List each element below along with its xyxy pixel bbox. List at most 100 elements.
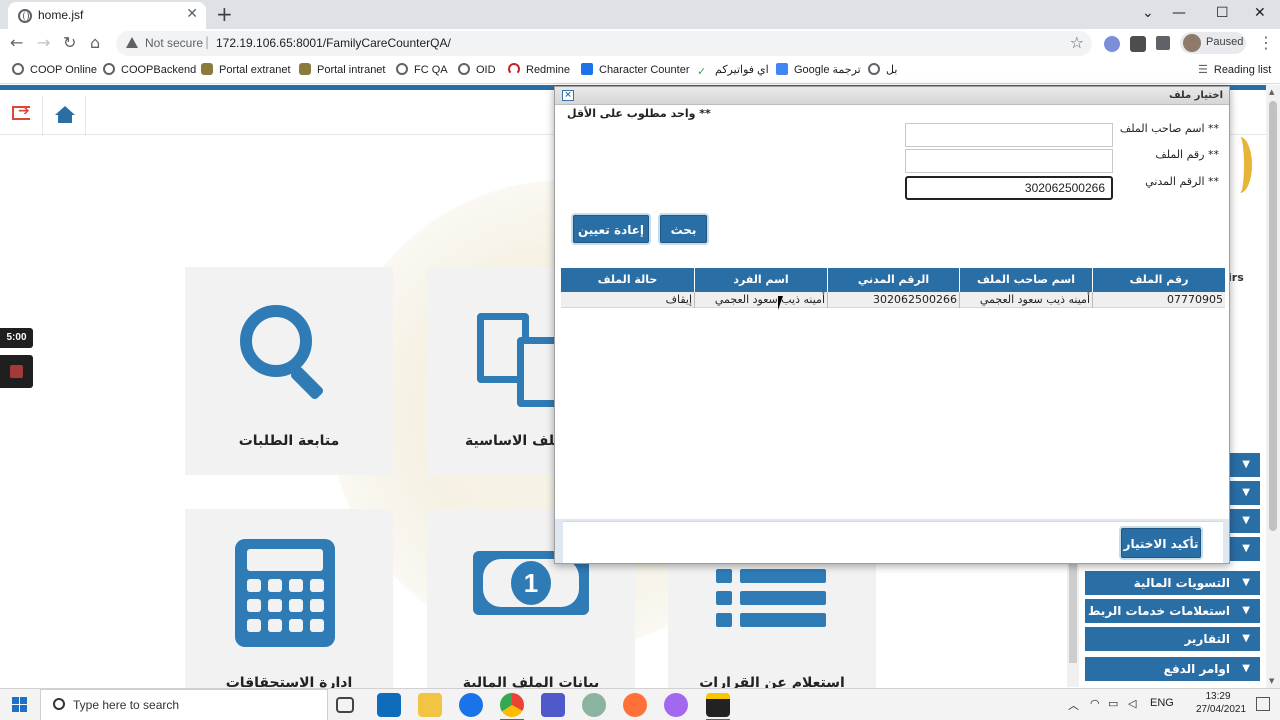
windows-start-icon[interactable] xyxy=(12,697,27,712)
scroll-down-icon[interactable]: ▼ xyxy=(1269,677,1274,685)
menu-item-payment-orders[interactable]: اوامر الدفع ▼ xyxy=(1085,657,1260,681)
bookmark-fc-qa[interactable]: FC QA xyxy=(396,63,448,76)
new-tab-button[interactable]: + xyxy=(216,3,233,25)
column-member-name[interactable]: اسم الفرد xyxy=(694,268,827,292)
wifi-icon[interactable]: ◠ xyxy=(1090,697,1100,710)
list-icon xyxy=(716,569,828,633)
firefox-icon[interactable] xyxy=(623,693,647,717)
app-icon[interactable] xyxy=(582,693,606,717)
browser-menu-icon[interactable]: ⋮ xyxy=(1258,34,1274,52)
volume-icon[interactable]: ◁ xyxy=(1128,697,1136,710)
taskbar: Type here to search ︿ ◠ ▭ ◁ ENG 13:29 27… xyxy=(0,688,1280,720)
extension-icon[interactable] xyxy=(1104,36,1120,52)
taskbar-search-placeholder: Type here to search xyxy=(73,698,180,712)
scroll-up-icon[interactable]: ▲ xyxy=(1269,88,1274,96)
chevron-down-icon: ▼ xyxy=(1242,487,1250,498)
forward-button[interactable]: → xyxy=(37,33,50,53)
bookmark-coop-online[interactable]: COOP Online xyxy=(12,63,97,76)
file-explorer-icon[interactable] xyxy=(418,693,442,717)
owner-name-input[interactable] xyxy=(905,123,1113,147)
close-tab-icon[interactable]: ✕ xyxy=(186,6,198,22)
tile-label: متابعة الطلبات xyxy=(238,433,340,449)
language-indicator[interactable]: ENG xyxy=(1150,697,1174,709)
menu-item-integration-inquiries[interactable]: استعلامات خدمات الربط ▼ xyxy=(1085,599,1260,623)
maximize-button[interactable]: ☐ xyxy=(1216,4,1229,22)
close-window-button[interactable]: ✕ xyxy=(1254,4,1266,22)
chevron-down-icon: ▼ xyxy=(1242,605,1250,616)
reload-button[interactable]: ↻ xyxy=(63,33,76,53)
bookmark-portal-intranet[interactable]: Portal intranet xyxy=(299,63,385,76)
tray-chevron-icon[interactable]: ︿ xyxy=(1068,697,1079,713)
tab-title: home.jsf xyxy=(38,8,84,22)
browser-app-icon[interactable] xyxy=(664,693,688,717)
table-row[interactable]: 07770905 أمينه ذيب سعود العجمي 302062500… xyxy=(561,292,1225,308)
confirm-selection-button[interactable]: تأكيد الاختيار xyxy=(1121,528,1201,558)
teams-icon[interactable] xyxy=(541,693,565,717)
bookmark-oid[interactable]: OID xyxy=(458,63,496,76)
column-file-number[interactable]: رقم الملف xyxy=(1092,268,1225,292)
teamviewer-icon[interactable] xyxy=(459,693,483,717)
reading-list-button[interactable]: Reading list xyxy=(1198,63,1271,76)
bookmark-character-counter[interactable]: Character Counter xyxy=(581,63,690,76)
search-button[interactable]: بحث xyxy=(660,215,707,243)
back-button[interactable]: ← xyxy=(10,33,23,53)
bookmark-star-icon[interactable]: ☆ xyxy=(1070,33,1084,52)
profile-button[interactable]: Paused xyxy=(1180,32,1246,54)
file-number-input[interactable] xyxy=(905,149,1113,173)
reset-button[interactable]: إعادة تعيين xyxy=(573,215,649,243)
logout-icon[interactable] xyxy=(12,103,30,120)
bookmark-portal-extranet[interactable]: Portal extranet xyxy=(201,63,291,76)
column-file-status[interactable]: حالة الملف xyxy=(561,268,694,292)
menu-item-reports[interactable]: التقارير ▼ xyxy=(1085,627,1260,651)
bookmark-label: بل xyxy=(886,64,898,76)
globe-icon xyxy=(103,63,115,75)
notifications-icon[interactable] xyxy=(1256,697,1270,711)
tile-label: بيانات الملف المالية xyxy=(462,675,600,688)
bookmarks-bar: COOP Online COOPBackend Portal extranet … xyxy=(0,58,1280,84)
bookmark-bl[interactable]: بل xyxy=(868,63,897,76)
minimize-button[interactable]: — xyxy=(1172,4,1186,22)
task-view-icon[interactable] xyxy=(336,697,354,713)
scrollbar-thumb[interactable] xyxy=(1269,101,1277,531)
url-text[interactable]: 172.19.106.65:8001/FamilyCareCounterQA/ xyxy=(216,36,451,50)
address-bar[interactable]: Not secure | 172.19.106.65:8001/FamilyCa… xyxy=(116,31,1092,56)
tile-basic-files[interactable]: الملف الاساسية xyxy=(427,267,574,475)
home-button[interactable]: ⌂ xyxy=(90,33,100,53)
selenium-extension-icon[interactable] xyxy=(1130,36,1146,52)
cell-civil-id: 302062500266 xyxy=(827,292,959,308)
tab-search-icon[interactable]: ⌄ xyxy=(1142,4,1154,22)
chevron-down-icon: ▼ xyxy=(1242,515,1250,526)
mail-icon[interactable] xyxy=(377,693,401,717)
menu-item-label: اوامر الدفع xyxy=(1163,662,1230,676)
recorder-stop-button[interactable] xyxy=(0,355,33,388)
owner-name-label: ** اسم صاحب الملف xyxy=(1119,122,1219,135)
page-scrollbar[interactable]: ▲ ▼ xyxy=(1266,85,1280,688)
bookmark-google-translate[interactable]: Google ترجمة xyxy=(776,63,861,76)
globe-icon xyxy=(458,63,470,75)
bookmark-fawateerkom[interactable]: ✓ اي فواتيركم xyxy=(697,63,769,78)
column-owner-name[interactable]: اسم صاحب الملف xyxy=(959,268,1092,292)
extensions-puzzle-icon[interactable] xyxy=(1156,36,1170,50)
tile-entitlements[interactable]: ادارة الاستحقاقات والمديونيات xyxy=(185,509,393,688)
tile-label: استعلام عن القرارات xyxy=(699,675,845,688)
tab-home[interactable]: home.jsf ✕ xyxy=(8,2,206,29)
bookmark-label: FC QA xyxy=(414,64,448,76)
sticky-notes-icon[interactable] xyxy=(706,693,730,720)
bookmark-redmine[interactable]: Redmine xyxy=(508,63,570,76)
globe-icon xyxy=(396,63,408,75)
column-civil-id[interactable]: الرقم المدني xyxy=(827,268,959,292)
taskbar-search[interactable]: Type here to search xyxy=(40,689,328,720)
search-icon xyxy=(240,305,325,401)
clock[interactable]: 13:29 27/04/2021 xyxy=(1196,690,1246,716)
tile-track-requests[interactable]: متابعة الطلبات xyxy=(185,267,393,475)
profile-status: Paused xyxy=(1206,36,1244,48)
warning-icon[interactable] xyxy=(126,37,138,48)
chrome-icon[interactable] xyxy=(500,693,524,720)
home-icon[interactable] xyxy=(42,96,86,136)
security-indicator[interactable]: Not secure xyxy=(145,36,203,50)
bookmark-coopbackend[interactable]: COOPBackend xyxy=(103,63,196,76)
battery-icon[interactable]: ▭ xyxy=(1108,697,1118,710)
menu-item-financial-settlements[interactable]: التسويات المالية ▼ xyxy=(1085,571,1260,595)
close-icon[interactable]: × xyxy=(562,90,574,101)
civil-id-input[interactable] xyxy=(905,176,1113,200)
